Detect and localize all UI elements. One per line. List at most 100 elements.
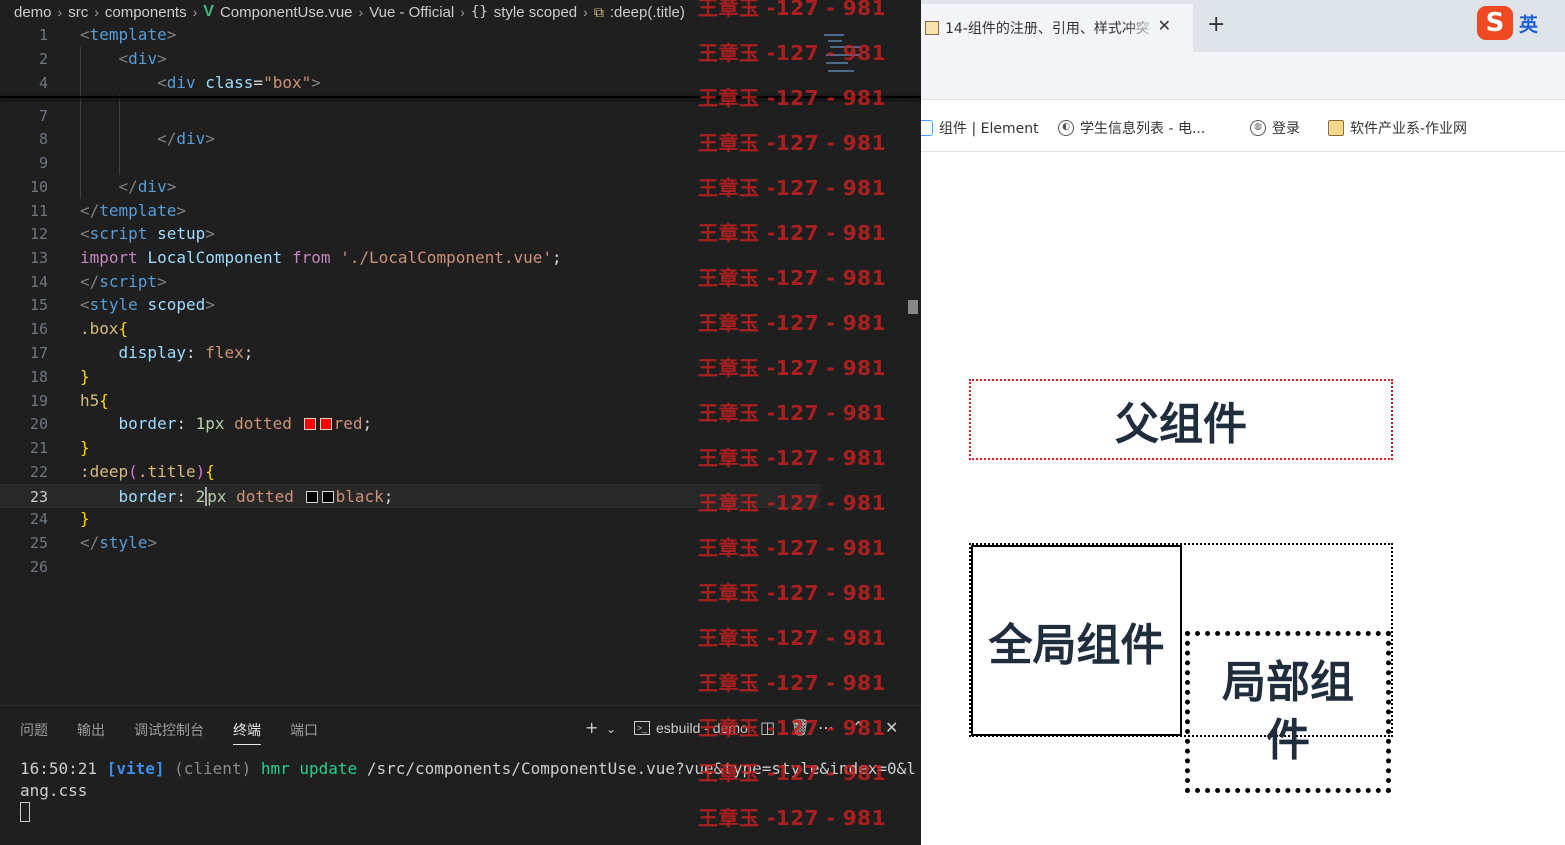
line-number: 8 [38, 130, 48, 148]
scrollbar-thumb[interactable] [908, 300, 918, 314]
code-text[interactable]: </template> [80, 199, 186, 223]
chevron-right-icon: › [94, 4, 99, 20]
code-line[interactable]: 25 </style> [0, 531, 820, 555]
code-editor[interactable]: demo › src › components › V ComponentUse… [0, 0, 921, 705]
breadcrumb-item[interactable]: components [105, 4, 187, 21]
bookmark-student-list[interactable]: ◐ 学生信息列表 - 电... [1058, 118, 1205, 138]
code-text[interactable]: border: 2 px dotted black; [80, 485, 393, 509]
code-text[interactable]: <script setup> [80, 222, 215, 246]
code-line[interactable]: 14 </script> [0, 270, 820, 294]
code-text[interactable]: <div> [80, 47, 167, 71]
code-text[interactable]: :deep(.title){ [80, 460, 215, 484]
trash-icon[interactable]: 🗑 [790, 718, 810, 737]
breadcrumb-item[interactable]: Vue - Official [369, 4, 454, 21]
code-text[interactable]: .box{ [80, 317, 128, 341]
code-line[interactable]: 24} [0, 507, 820, 531]
bookmark-login[interactable]: ◍ 登录 [1250, 118, 1300, 138]
code-text[interactable]: <template> [80, 23, 176, 47]
close-tab-icon[interactable]: ✕ [1158, 16, 1171, 35]
bookmark-element[interactable]: 组件 | Element [921, 118, 1039, 138]
code-text[interactable]: <style scoped> [80, 293, 215, 317]
code-text[interactable]: import LocalComponent from './LocalCompo… [80, 246, 562, 270]
code-text[interactable]: </div> [80, 127, 215, 151]
line-number: 20 [29, 415, 48, 433]
code-text[interactable]: border: 1px dotted red; [80, 412, 373, 436]
code-line[interactable]: 1 <template> [0, 23, 820, 47]
line-number: 21 [29, 439, 48, 457]
code-text[interactable]: h5{ [80, 389, 109, 413]
code-text[interactable]: } [80, 365, 90, 389]
line-number: 11 [29, 202, 48, 220]
chevron-right-icon: › [583, 4, 588, 20]
tab-output[interactable]: 输出 [77, 720, 105, 740]
terminal-output[interactable]: 16:50:21 [vite] (client) hmr update /src… [20, 758, 920, 824]
code-line[interactable]: 23 border: 2 px dotted black; [0, 484, 820, 508]
line-number: 10 [29, 178, 48, 196]
breadcrumb-item[interactable]: style scoped [494, 4, 577, 21]
line-number: 9 [38, 154, 48, 172]
code-line[interactable]: 12 <script setup> [0, 222, 820, 246]
tab-debug-console[interactable]: 调试控制台 [134, 720, 204, 740]
chevron-down-icon[interactable]: ⌄ [606, 722, 616, 736]
line-number: 13 [29, 249, 48, 267]
code-text[interactable]: } [80, 436, 90, 460]
code-line[interactable]: 18} [0, 365, 820, 389]
minimap[interactable] [820, 30, 875, 80]
component-row: 全局组件 局部组件 [969, 543, 1393, 793]
code-line[interactable]: 10 </div> [0, 175, 820, 199]
tab-terminal[interactable]: 终端 [233, 720, 261, 745]
line-number: 24 [29, 510, 48, 528]
code-line[interactable]: 22:deep(.title){ [0, 460, 820, 484]
code-text[interactable]: display: flex; [80, 341, 254, 365]
terminal-selector[interactable]: >_ esbuild - demo [634, 720, 748, 736]
code-line[interactable]: 16 .box{ [0, 317, 820, 341]
code-line[interactable]: 19 h5{ [0, 389, 820, 413]
chevron-up-icon[interactable]: ⌃ [852, 718, 865, 737]
bookmarks-bar: 组件 | Element ◐ 学生信息列表 - 电... ◍ 登录 软件产业系-… [921, 100, 1565, 152]
code-line[interactable]: 15 <style scoped> [0, 293, 820, 317]
breadcrumb-item[interactable]: demo [14, 4, 52, 21]
more-actions-icon[interactable]: ⋯ [818, 718, 834, 737]
code-text[interactable]: </script> [80, 270, 167, 294]
breadcrumb-item[interactable]: src [68, 4, 88, 21]
chevron-right-icon: › [460, 4, 465, 20]
add-terminal-icon[interactable]: + [585, 718, 598, 737]
code-line[interactable]: 8 </div> [0, 127, 820, 151]
code-line[interactable]: 21} [0, 436, 820, 460]
close-icon[interactable]: ✕ [885, 718, 898, 737]
code-line[interactable]: 7 [0, 104, 820, 128]
global-component: 全局组件 [971, 545, 1182, 736]
new-tab-icon[interactable]: + [1207, 12, 1225, 37]
sticky-scroll-divider [0, 96, 921, 98]
browser-tab[interactable]: 14-组件的注册、引用、样式冲突 ✕ [921, 4, 1193, 52]
code-line[interactable]: 17 display: flex; [0, 341, 820, 365]
terminal-line: 16:50:21 [vite] (client) hmr update /src… [20, 758, 920, 802]
braces-icon: {} [470, 4, 488, 20]
tab-problems[interactable]: 问题 [20, 720, 48, 740]
code-line[interactable]: 2 <div> [0, 47, 820, 71]
breadcrumb-item[interactable]: ComponentUse.vue [220, 4, 353, 21]
ime-indicator[interactable]: S 英 [1477, 4, 1565, 42]
code-line[interactable]: 9 [0, 151, 820, 175]
code-line[interactable]: 4 <div class="box"> [0, 71, 820, 95]
tab-ports[interactable]: 端口 [290, 720, 318, 740]
address-bar[interactable] [921, 52, 1565, 100]
code-line[interactable]: 13 import LocalComponent from './LocalCom… [0, 246, 820, 270]
chevron-right-icon: › [358, 4, 364, 20]
breadcrumb-item[interactable]: :deep(.title) [610, 4, 685, 21]
code-text[interactable]: } [80, 507, 90, 531]
split-terminal-icon[interactable]: ◫ [760, 718, 775, 737]
local-component: 局部组件 [1185, 631, 1391, 793]
code-text[interactable]: </style> [80, 531, 157, 555]
code-line[interactable]: 11 </template> [0, 199, 820, 223]
code-line[interactable]: 20 border: 1px dotted red; [0, 412, 820, 436]
code-text[interactable]: <div class="box"> [80, 71, 321, 95]
code-text[interactable]: </div> [80, 175, 177, 199]
line-number: 14 [29, 273, 48, 291]
terminal-time: 16:50:21 [20, 759, 98, 778]
bookmark-homework[interactable]: 软件产业系-作业网 [1328, 118, 1467, 138]
indent-guide [80, 47, 81, 199]
favicon-icon [925, 21, 939, 35]
code-line[interactable]: 26 [0, 555, 820, 579]
tab-title: 14-组件的注册、引用、样式冲突 [945, 21, 1150, 37]
